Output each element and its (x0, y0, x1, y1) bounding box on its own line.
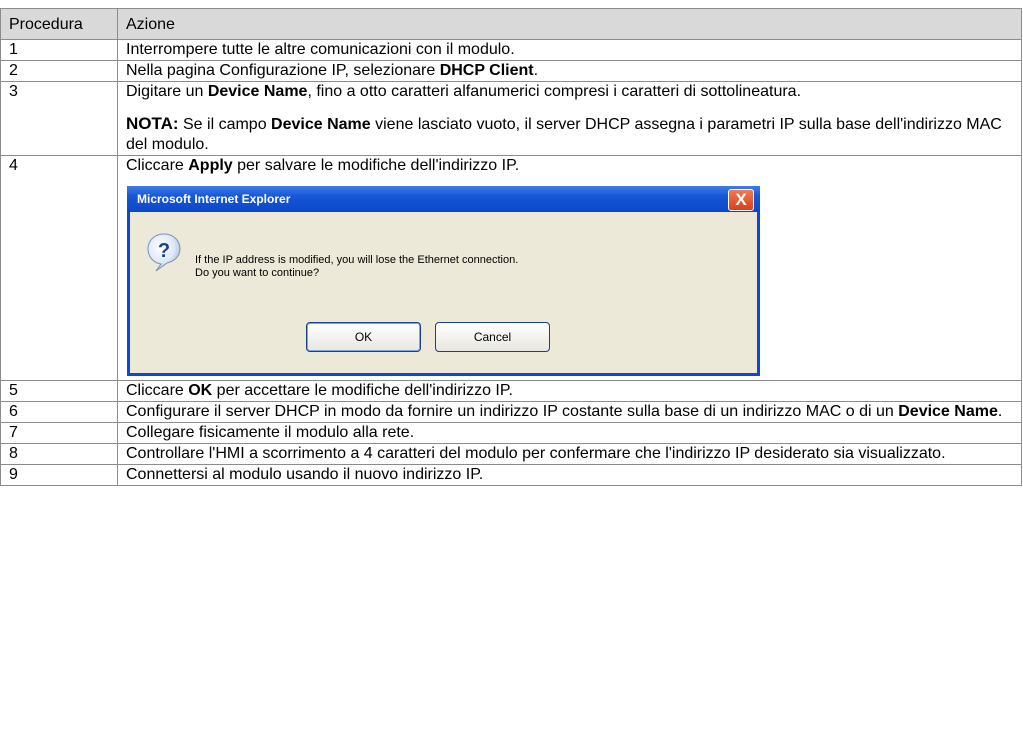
text-fragment: Configurare il server DHCP in modo da fo… (126, 403, 899, 420)
step-text: Cliccare OK per accettare le modifiche d… (117, 380, 1022, 402)
text-fragment: Cliccare (126, 382, 189, 399)
cancel-button[interactable]: Cancel (435, 322, 550, 352)
text-fragment: , fino a otto caratteri alfanumerici com… (307, 83, 802, 100)
text-fragment: Se il campo (178, 116, 272, 133)
table-row: 9 Connettersi al modulo usando il nuovo … (0, 464, 1022, 486)
procedure-table: Procedura Azione 1 Interrompere tutte le… (0, 8, 1022, 486)
dialog-message-line: If the IP address is modified, you will … (195, 254, 519, 266)
text-fragment: per salvare le modifiche dell'indirizzo … (232, 157, 520, 174)
dialog-message-line: Do you want to continue? (195, 267, 320, 279)
ie-confirm-dialog: Microsoft Internet Explorer X ? If the I… (127, 186, 760, 376)
step-text: Connettersi al modulo usando il nuovo in… (117, 464, 1022, 486)
text-fragment: Nella pagina Configurazione IP, selezion… (126, 62, 440, 79)
table-row: 8 Controllare l'HMI a scorrimento a 4 ca… (0, 443, 1022, 465)
header-procedure: Procedura (0, 8, 118, 40)
bold-term: Device Name (898, 403, 998, 420)
step-number: 6 (0, 401, 118, 423)
bold-term: Device Name (271, 116, 371, 133)
table-row: 2 Nella pagina Configurazione IP, selezi… (0, 60, 1022, 82)
step-number: 7 (0, 422, 118, 444)
step-text: Controllare l'HMI a scorrimento a 4 cara… (117, 443, 1022, 465)
step-number: 3 (0, 81, 118, 156)
text-fragment: Digitare un (126, 83, 208, 100)
step-number: 4 (0, 155, 118, 381)
text-fragment: Cliccare (126, 157, 189, 174)
bold-term: OK (188, 382, 213, 399)
dialog-title: Microsoft Internet Explorer (137, 192, 291, 206)
bold-term: Device Name (207, 83, 308, 100)
table-row: 7 Collegare fisicamente il modulo alla r… (0, 422, 1022, 444)
step-number: 2 (0, 60, 118, 82)
dialog-message: If the IP address is modified, you will … (195, 254, 518, 280)
text-fragment: . (533, 62, 539, 79)
bold-term: Apply (188, 157, 233, 174)
close-icon[interactable]: X (728, 189, 754, 211)
step-text: Interrompere tutte le altre comunicazion… (117, 39, 1022, 61)
svg-text:?: ? (158, 240, 170, 262)
dialog-titlebar: Microsoft Internet Explorer X (127, 186, 760, 212)
ok-button[interactable]: OK (306, 322, 421, 352)
step-instruction: Cliccare Apply per salvare le modifiche … (126, 156, 1013, 176)
step-number: 1 (0, 39, 118, 61)
text-fragment: per accettare le modifiche dell'indirizz… (212, 382, 513, 399)
step-text: Configurare il server DHCP in modo da fo… (117, 401, 1022, 423)
step-instruction: Digitare un Device Name, fino a otto car… (126, 82, 1013, 102)
table-row: 5 Cliccare OK per accettare le modifiche… (0, 380, 1022, 402)
table-row: 3 Digitare un Device Name, fino a otto c… (0, 81, 1022, 156)
step-text: Digitare un Device Name, fino a otto car… (117, 81, 1022, 156)
bold-term: DHCP Client (439, 62, 534, 79)
step-text: Collegare fisicamente il modulo alla ret… (117, 422, 1022, 444)
step-number: 8 (0, 443, 118, 465)
question-icon: ? (147, 233, 181, 272)
header-action: Azione (117, 8, 1022, 40)
step-number: 9 (0, 464, 118, 486)
table-row: 6 Configurare il server DHCP in modo da … (0, 401, 1022, 423)
table-row: 4 Cliccare Apply per salvare le modifich… (0, 155, 1022, 381)
table-row: 1 Interrompere tutte le altre comunicazi… (0, 39, 1022, 61)
note-label: NOTA: (126, 114, 179, 133)
note: NOTA: Se il campo Device Name viene lasc… (126, 114, 1013, 155)
step-number: 5 (0, 380, 118, 402)
step-text: Nella pagina Configurazione IP, selezion… (117, 60, 1022, 82)
table-header-row: Procedura Azione (0, 8, 1022, 40)
text-fragment: . (997, 403, 1003, 420)
step-text: Cliccare Apply per salvare le modifiche … (117, 155, 1022, 381)
